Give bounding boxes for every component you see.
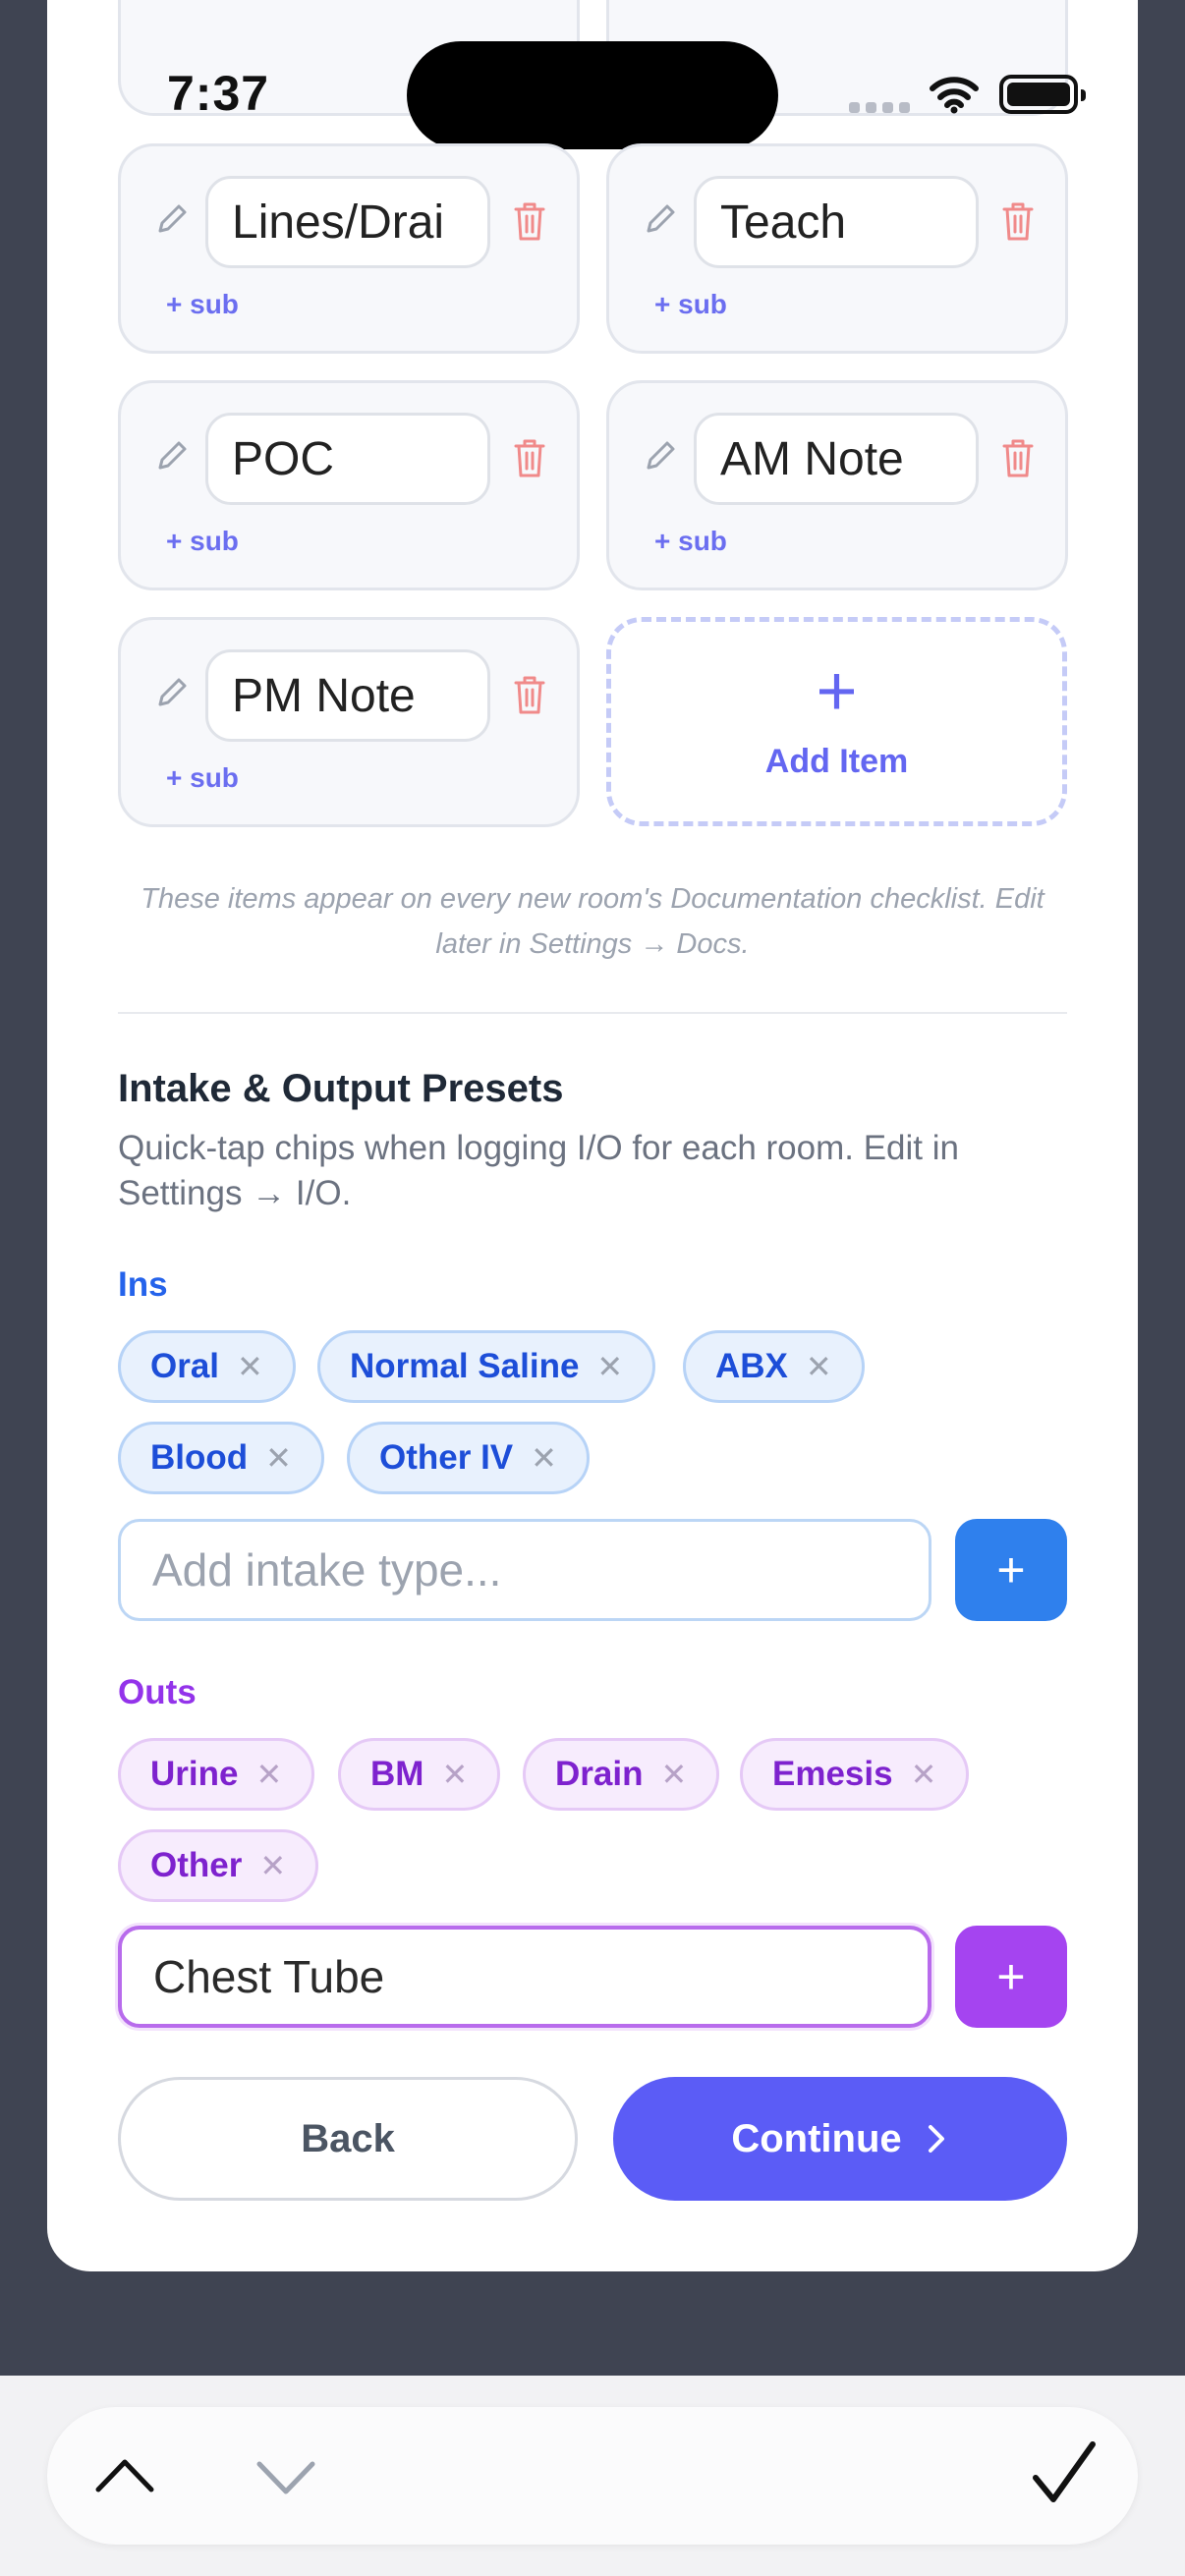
doc-item-name-input[interactable]: POC bbox=[205, 413, 490, 505]
remove-chip-icon[interactable]: ✕ bbox=[259, 1847, 286, 1884]
pencil-icon[interactable] bbox=[641, 436, 680, 476]
chip-label: Other bbox=[150, 1846, 243, 1884]
chip-label: BM bbox=[370, 1755, 424, 1793]
chip-label: Oral bbox=[150, 1347, 220, 1385]
continue-label: Continue bbox=[731, 2116, 902, 2160]
chip-label: Emesis bbox=[772, 1755, 893, 1793]
section-divider bbox=[118, 1012, 1067, 1014]
doc-item-name-input[interactable]: AM Note bbox=[694, 413, 979, 505]
chip-label: Other IV bbox=[379, 1438, 514, 1477]
output-chip[interactable]: Urine ✕ bbox=[118, 1738, 315, 1811]
add-sub-button[interactable]: + sub bbox=[654, 289, 727, 320]
remove-chip-icon[interactable]: ✕ bbox=[531, 1439, 557, 1477]
add-output-button[interactable]: + bbox=[955, 1926, 1067, 2028]
remove-chip-icon[interactable]: ✕ bbox=[660, 1756, 687, 1793]
input-navigation-pill bbox=[47, 2407, 1138, 2545]
doc-item-tile: Lines/Drai + sub bbox=[118, 143, 580, 354]
io-presets-description: Quick-tap chips when logging I/O for eac… bbox=[118, 1129, 959, 1212]
status-time: 7:37 bbox=[167, 66, 270, 121]
chip-label: Drain bbox=[555, 1755, 644, 1793]
keyboard-accessory-bar bbox=[0, 2376, 1185, 2576]
remove-chip-icon[interactable]: ✕ bbox=[596, 1348, 623, 1385]
output-chip[interactable]: Other ✕ bbox=[118, 1829, 319, 1902]
doc-item-name-input[interactable]: Lines/Drai bbox=[205, 176, 490, 268]
intake-chip[interactable]: Other IV ✕ bbox=[347, 1422, 590, 1494]
intake-chip[interactable]: Normal Saline ✕ bbox=[317, 1330, 656, 1403]
add-item-button[interactable]: + Add Item bbox=[606, 617, 1067, 826]
chip-label: Urine bbox=[150, 1755, 239, 1793]
doc-item-tile: AM Note + sub bbox=[606, 380, 1068, 590]
add-sub-button[interactable]: + sub bbox=[166, 289, 239, 320]
intake-chip[interactable]: ABX ✕ bbox=[683, 1330, 865, 1403]
remove-chip-icon[interactable]: ✕ bbox=[911, 1756, 937, 1793]
doc-item-tile: Teach + sub bbox=[606, 143, 1068, 354]
trash-icon[interactable] bbox=[510, 436, 549, 479]
remove-chip-icon[interactable]: ✕ bbox=[237, 1348, 263, 1385]
plus-icon: + bbox=[816, 652, 858, 731]
outs-label: Outs bbox=[118, 1673, 197, 1711]
add-sub-button[interactable]: + sub bbox=[166, 762, 239, 794]
trash-icon[interactable] bbox=[510, 199, 549, 243]
back-button[interactable]: Back bbox=[118, 2077, 578, 2201]
checkmark-icon[interactable] bbox=[1030, 2438, 1099, 2509]
ins-label: Ins bbox=[118, 1265, 168, 1304]
remove-chip-icon[interactable]: ✕ bbox=[806, 1348, 832, 1385]
doc-item-name-input[interactable]: Teach bbox=[694, 176, 979, 268]
add-output-input[interactable]: Chest Tube bbox=[118, 1926, 931, 2028]
battery-icon bbox=[999, 75, 1086, 114]
doc-checklist-note: These items appear on every new room's D… bbox=[141, 883, 1044, 960]
wifi-icon bbox=[930, 77, 979, 114]
chevron-up-icon[interactable] bbox=[88, 2446, 161, 2501]
trash-icon[interactable] bbox=[998, 199, 1038, 243]
continue-button[interactable]: Continue bbox=[613, 2077, 1067, 2201]
output-chip[interactable]: Emesis ✕ bbox=[740, 1738, 970, 1811]
dynamic-island bbox=[407, 41, 778, 149]
doc-item-tile: PM Note + sub bbox=[118, 617, 580, 827]
cellular-signal-icon bbox=[849, 102, 910, 113]
pencil-icon[interactable] bbox=[152, 673, 192, 712]
chevron-right-icon bbox=[928, 2125, 944, 2153]
add-item-label: Add Item bbox=[764, 743, 909, 780]
trash-icon[interactable] bbox=[510, 673, 549, 716]
chip-label: Blood bbox=[150, 1438, 249, 1477]
pencil-icon[interactable] bbox=[641, 199, 680, 239]
doc-item-tile: POC + sub bbox=[118, 380, 580, 590]
pencil-icon[interactable] bbox=[152, 199, 192, 239]
chevron-down-icon[interactable] bbox=[250, 2452, 322, 2507]
remove-chip-icon[interactable]: ✕ bbox=[265, 1439, 292, 1477]
add-intake-input[interactable]: Add intake type... bbox=[118, 1519, 931, 1621]
remove-chip-icon[interactable]: ✕ bbox=[255, 1756, 282, 1793]
output-chip[interactable]: BM ✕ bbox=[338, 1738, 501, 1811]
chip-label: Normal Saline bbox=[350, 1347, 580, 1385]
add-intake-button[interactable]: + bbox=[955, 1519, 1067, 1621]
add-sub-button[interactable]: + sub bbox=[654, 526, 727, 557]
doc-item-name-input[interactable]: PM Note bbox=[205, 649, 490, 742]
intake-chip[interactable]: Blood ✕ bbox=[118, 1422, 324, 1494]
intake-chip[interactable]: Oral ✕ bbox=[118, 1330, 296, 1403]
pencil-icon[interactable] bbox=[152, 436, 192, 476]
remove-chip-icon[interactable]: ✕ bbox=[441, 1756, 468, 1793]
trash-icon[interactable] bbox=[998, 436, 1038, 479]
chip-label: ABX bbox=[715, 1347, 788, 1385]
output-chip[interactable]: Drain ✕ bbox=[523, 1738, 720, 1811]
io-presets-title: Intake & Output Presets bbox=[118, 1067, 564, 1110]
add-sub-button[interactable]: + sub bbox=[166, 526, 239, 557]
